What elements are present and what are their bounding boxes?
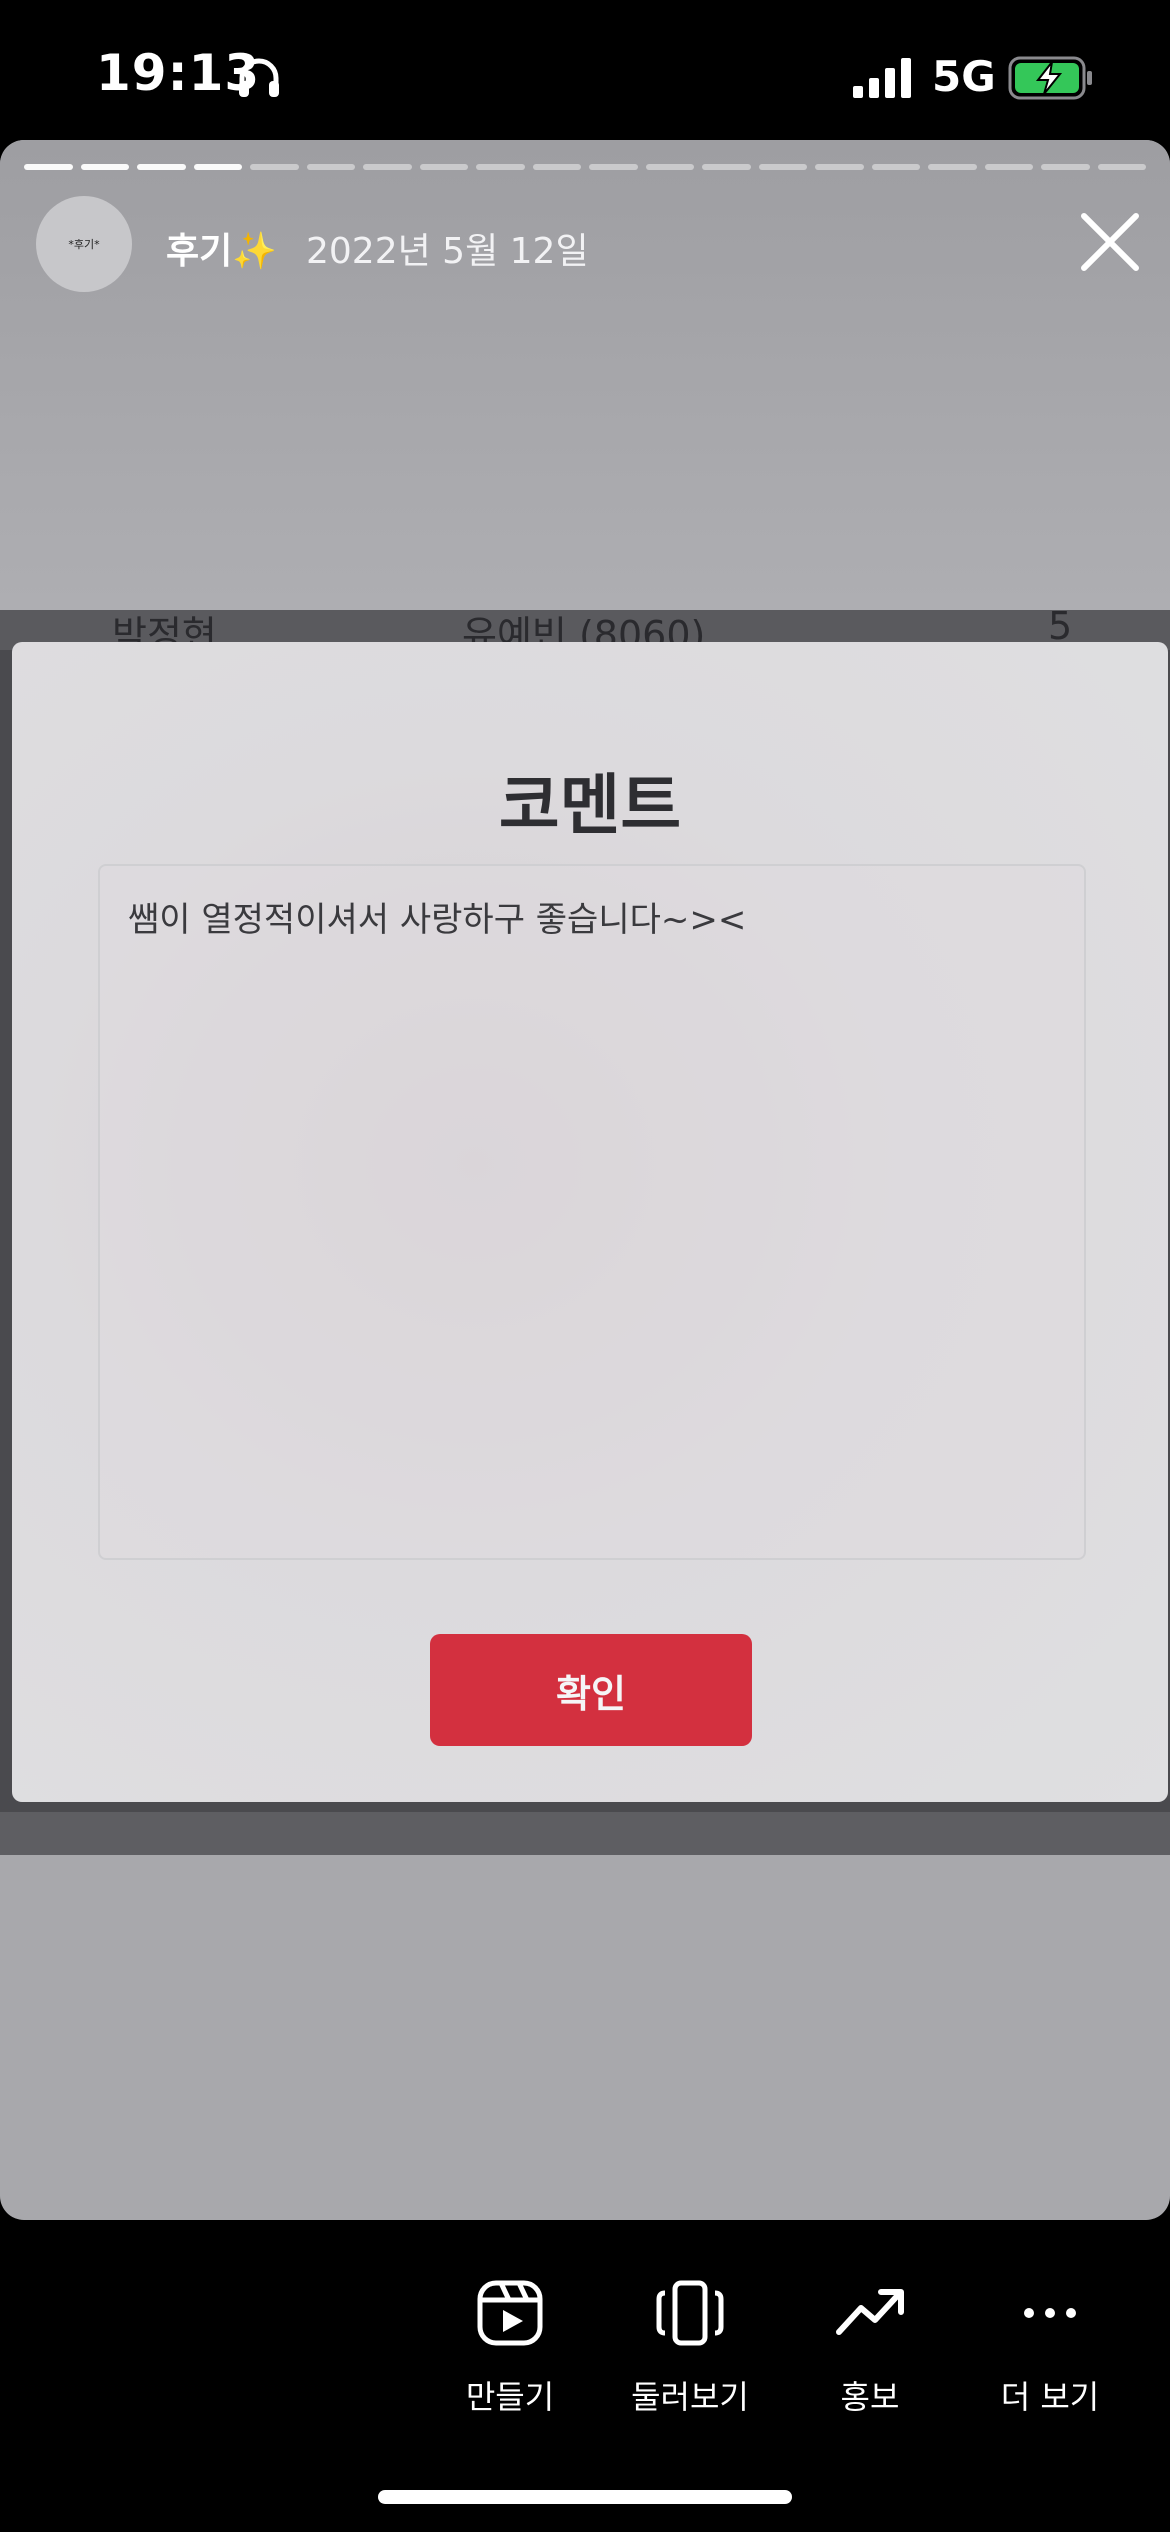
browse-button[interactable]: 둘러보기 — [600, 2278, 780, 2428]
story-progress-segment — [758, 164, 807, 170]
story-progress-segment — [419, 164, 468, 170]
story-progress-segment — [815, 164, 864, 170]
story-progress-segment — [1097, 164, 1146, 170]
reels-create-icon — [477, 2280, 543, 2346]
story-progress-segment — [984, 164, 1033, 170]
story-progress-segment — [1041, 164, 1090, 170]
more-button[interactable]: 더 보기 — [960, 2278, 1140, 2428]
more-icon — [1024, 2308, 1076, 2318]
story-progress-segment — [80, 164, 129, 170]
story-progress-segment — [928, 164, 977, 170]
story-photo: 박정현 유예빈 (8060) 5 코멘트 쌤이 열정적이셔서 사랑하구 좋습니다… — [0, 610, 1170, 1855]
story-viewer[interactable]: *후기* 후기✨ 2022년 5월 12일 박정현 유예빈 (8060) 5 코… — [0, 140, 1170, 2220]
comment-text: 쌤이 열정적이셔서 사랑하구 좋습니다~>< — [128, 900, 747, 940]
story-action-bar: 만들기 둘러보기 홍보 더 보기 — [0, 2220, 1170, 2532]
comment-box: 쌤이 열정적이셔서 사랑하구 좋습니다~>< — [98, 864, 1086, 1560]
signal-icon — [853, 58, 911, 98]
create-button[interactable]: 만들기 — [420, 2278, 600, 2428]
story-progress-bar — [24, 164, 1146, 170]
story-progress-segment — [363, 164, 412, 170]
headphone-icon — [239, 58, 279, 97]
story-progress-segment — [589, 164, 638, 170]
network-label: 5G — [932, 52, 996, 101]
story-progress-segment — [250, 164, 299, 170]
battery-charging-icon — [1008, 56, 1092, 100]
more-label: 더 보기 — [1000, 2378, 1100, 2416]
close-icon[interactable] — [1076, 208, 1144, 276]
story-date: 2022년 5월 12일 — [306, 231, 589, 272]
create-label: 만들기 — [465, 2378, 555, 2416]
promote-label: 홍보 — [840, 2378, 900, 2416]
story-username[interactable]: 후기✨ — [166, 222, 277, 274]
modal-title: 코멘트 — [498, 767, 682, 844]
promote-button[interactable]: 홍보 — [780, 2278, 960, 2428]
confirm-button: 확인 — [430, 1634, 752, 1746]
status-bar: 19:13 5G — [0, 0, 1170, 140]
browse-label: 둘러보기 — [631, 2378, 749, 2416]
story-progress-segment — [306, 164, 355, 170]
avatar-label: *후기* — [68, 238, 100, 251]
story-progress-segment — [193, 164, 242, 170]
trending-up-icon — [836, 2289, 904, 2335]
story-background — [0, 140, 1170, 610]
browse-icon — [656, 2280, 724, 2346]
comment-modal: 코멘트 쌤이 열정적이셔서 사랑하구 좋습니다~>< 확인 — [12, 642, 1168, 1802]
story-progress-segment — [476, 164, 525, 170]
story-progress-segment — [137, 164, 186, 170]
home-indicator[interactable] — [378, 2490, 792, 2504]
photo-bottom-edge — [0, 1812, 1170, 1855]
avatar[interactable]: *후기* — [36, 196, 132, 292]
story-progress-segment — [24, 164, 73, 170]
story-progress-segment — [532, 164, 581, 170]
story-progress-segment — [645, 164, 694, 170]
story-progress-segment — [871, 164, 920, 170]
story-progress-segment — [702, 164, 751, 170]
